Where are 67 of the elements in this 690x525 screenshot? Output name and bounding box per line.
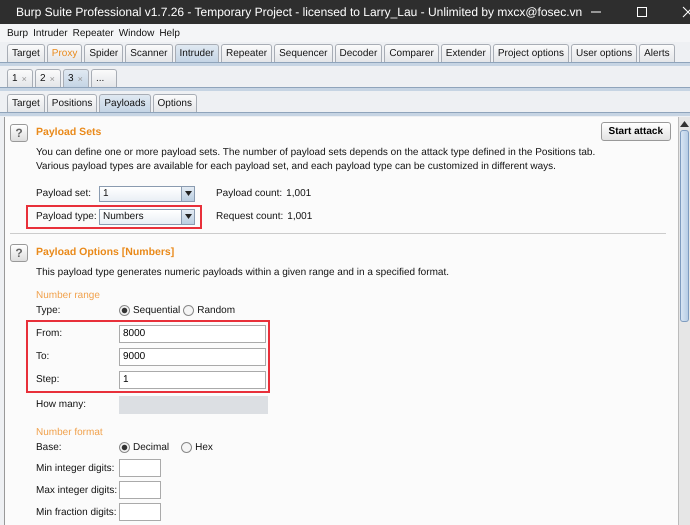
- menu-item[interactable]: Help: [159, 28, 180, 38]
- menu-item[interactable]: Repeater: [72, 28, 114, 38]
- radio-button[interactable]: Decimal: [119, 442, 170, 453]
- tab[interactable]: Scanner: [125, 44, 173, 62]
- tab[interactable]: Comparer: [384, 44, 439, 62]
- field-label: Type:: [35, 305, 62, 316]
- help-icon[interactable]: ?: [10, 244, 28, 262]
- tab[interactable]: Target: [7, 94, 45, 112]
- scroll-up-icon[interactable]: [680, 121, 689, 127]
- group-title: Number format: [35, 427, 104, 438]
- tab[interactable]: Decoder: [334, 44, 382, 62]
- tab[interactable]: 2 ×: [35, 69, 61, 87]
- info-label: Request count:: [216, 211, 284, 222]
- group-title: Number range: [35, 290, 101, 301]
- tab[interactable]: Spider: [84, 44, 124, 62]
- tab[interactable]: Alerts: [639, 44, 675, 62]
- description: You can define one or more payload sets. The number of payload sets depends on the attack type defined in the Positions tab. Various payload types are available for each payload set, and each payload type can be customized in different ways.: [36, 146, 596, 174]
- section-title: Payload Sets: [35, 126, 102, 138]
- menu-item[interactable]: Intruder: [33, 28, 68, 38]
- caret-icon: [184, 214, 192, 219]
- input-field[interactable]: [119, 459, 161, 477]
- tab[interactable]: ...: [91, 69, 117, 87]
- input-field[interactable]: 9000: [119, 348, 266, 366]
- info-value: 1,001: [287, 211, 312, 222]
- radio-button[interactable]: Random: [183, 305, 236, 316]
- field-label: Max integer digits:: [35, 484, 118, 496]
- field-label: How many:: [35, 399, 88, 410]
- field-label: Payload set:: [35, 188, 92, 199]
- window-title: Burp Suite Professional v1.7.26 - Temporary Project - licensed to Larry_Lau - Unlimited by mxcx@fosec.vn: [16, 5, 582, 19]
- section-title: Payload Options [Numbers]: [35, 246, 174, 258]
- info-value: 1,001: [286, 188, 312, 199]
- input-field[interactable]: [119, 503, 161, 521]
- tab[interactable]: Payloads: [99, 94, 151, 112]
- field-label: Min integer digits:: [35, 462, 116, 474]
- tab[interactable]: 3 ×: [63, 69, 89, 87]
- tab[interactable]: Repeater: [220, 44, 272, 62]
- dropdown[interactable]: Numbers: [99, 208, 195, 224]
- dropdown[interactable]: 1: [99, 186, 195, 202]
- help-icon[interactable]: ?: [10, 124, 28, 142]
- caret-icon: [184, 191, 192, 196]
- field-label: Step:: [35, 374, 60, 385]
- tab[interactable]: 1 ×: [7, 69, 33, 87]
- radio-button[interactable]: Sequential: [119, 305, 180, 316]
- field-label: From:: [35, 328, 64, 339]
- field-label: To:: [35, 351, 50, 362]
- input-field[interactable]: 8000: [119, 324, 266, 342]
- radio-button[interactable]: Hex: [181, 442, 213, 453]
- tab[interactable]: Extender: [440, 44, 491, 62]
- menu-item[interactable]: Window: [118, 28, 154, 38]
- input-field[interactable]: 1: [119, 370, 266, 388]
- tab[interactable]: Intruder: [174, 44, 219, 62]
- tab[interactable]: Sequencer: [274, 44, 332, 62]
- start-attack-button[interactable]: Start attack: [600, 122, 671, 141]
- field-label: Base:: [35, 442, 63, 453]
- tab[interactable]: Target: [7, 44, 45, 62]
- field-label: Payload type:: [35, 211, 98, 222]
- menu-item[interactable]: Burp: [7, 28, 28, 38]
- tab[interactable]: User options: [570, 44, 638, 62]
- info-label: Payload count:: [216, 188, 282, 199]
- maximize-icon[interactable]: [636, 6, 648, 18]
- field-label: Min fraction digits:: [35, 506, 118, 518]
- scrollbar[interactable]: [678, 117, 690, 525]
- tab[interactable]: Project options: [492, 44, 569, 62]
- input-field[interactable]: [119, 481, 161, 499]
- description: This payload type generates numeric payloads within a given range and in a specified format.: [36, 266, 450, 280]
- tab[interactable]: Options: [152, 94, 197, 112]
- tab[interactable]: Positions: [46, 94, 98, 112]
